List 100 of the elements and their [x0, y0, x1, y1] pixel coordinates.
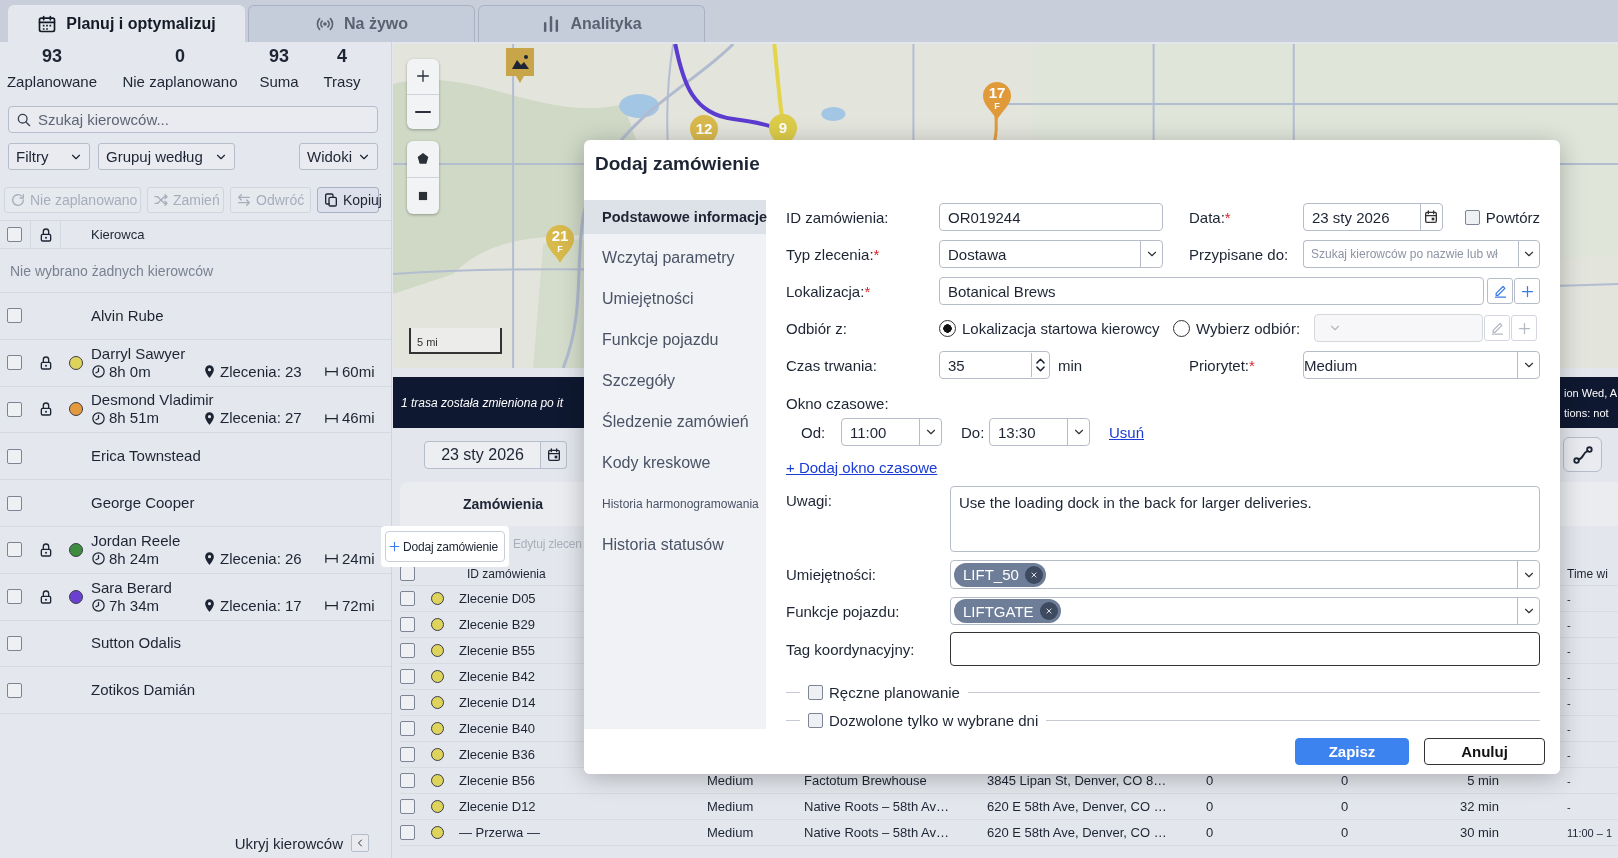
field-label: Funkcje pojazdu:: [786, 602, 901, 620]
table-cell-text: — Przerwa —: [458, 825, 541, 840]
table-cell-text: 0: [1206, 825, 1215, 840]
map-scale: 5 mi: [409, 328, 502, 354]
table-cell-text: -: [1567, 748, 1572, 761]
table-cell-text: Zlecenie B29: [458, 617, 536, 632]
tag-label: LIFT_50: [963, 566, 1019, 583]
table-cell-text: 32 min: [1458, 799, 1500, 814]
hide-drivers-label: Ukryj kierowców: [234, 834, 343, 852]
table-cell-text: -: [1567, 592, 1572, 605]
table-cell-text: Zlecenie B42: [458, 669, 536, 684]
field-label: Data:*: [1189, 208, 1232, 226]
field-label: Czas trwania:: [786, 356, 878, 374]
route-duration: 7h 34m: [109, 596, 160, 615]
table-cell-text: Zlecenie D05: [458, 591, 537, 606]
driver-name: Sara Berard: [91, 578, 173, 597]
stat-value: 0: [175, 46, 185, 66]
table-cell-text: -: [1567, 800, 1572, 813]
table-cell-text: Native Roots – 58th Av…: [804, 825, 950, 840]
table-cell-text: -: [1567, 644, 1572, 657]
field-label: Okno czasowe:: [786, 394, 890, 412]
order-count: Zlecenia: 26: [220, 549, 302, 568]
stat-value: 93: [269, 46, 289, 66]
field-label: Typ zlecenia:*: [786, 245, 881, 263]
driver-name: Desmond Vladimir: [91, 391, 215, 410]
table-cell-text: Medium: [707, 825, 755, 840]
table-cell-text: 5 min: [1466, 773, 1500, 788]
table-cell-text: Native Roots – 58th Av…: [804, 799, 950, 814]
route-distance: 60mi: [342, 362, 375, 381]
route-distance: 24mi: [342, 549, 375, 568]
route-duration: 8h 24m: [109, 549, 160, 568]
tag-label: LIFTGATE: [963, 602, 1034, 620]
checkbox-label: Powtórz: [1485, 208, 1540, 226]
route-duration: 8h 51m: [109, 409, 160, 428]
field-label: Do:: [961, 423, 986, 441]
checkbox-label: Ręczne planowanie: [829, 683, 960, 701]
checkbox-label: Dozwolone tylko w wybrane dni: [829, 711, 1039, 729]
field-label: Lokalizacja:*: [786, 282, 872, 300]
table-cell-text: -: [1567, 722, 1572, 735]
field-label: Priorytet:*: [1189, 356, 1256, 374]
column-header: Kierowca: [91, 227, 145, 242]
route-distance: 72mi: [342, 596, 375, 615]
table-cell-text: Medium: [707, 799, 755, 814]
table-cell-text: -: [1567, 774, 1572, 787]
field-label: Przypisane do:: [1189, 245, 1290, 263]
stat-label: Nie zaplanowano: [122, 73, 238, 91]
table-cell-text: Zlecenie B55: [458, 643, 536, 658]
driver-name: Jordan Reele: [91, 531, 182, 550]
banner-text: ion Wed, A: [1564, 385, 1617, 401]
table-cell-text: Zlecenie D12: [458, 799, 537, 814]
banner-message: 1 trasa została zmieniona po it: [401, 395, 564, 410]
table-cell-text: Zlecenie B56: [458, 773, 536, 788]
field-label: Odbiór z:: [786, 319, 848, 337]
table-cell-text: 0: [1206, 773, 1215, 788]
table-cell-text: Medium: [707, 773, 755, 788]
table-cell-text: 30 min: [1458, 825, 1500, 840]
table-cell-text: -: [1567, 696, 1572, 709]
table-cell-text: 0: [1341, 825, 1350, 840]
table-cell-text: 3845 Lipan St, Denver, CO 8…: [987, 773, 1168, 788]
table-cell-text: 620 E 58th Ave, Denver, CO …: [987, 825, 1168, 840]
field-label: Tag koordynacyjny:: [786, 640, 916, 658]
banner-text: tions: not: [1564, 405, 1610, 421]
order-count: Zlecenia: 27: [220, 409, 302, 428]
driver-name: Erica Townstead: [91, 447, 202, 466]
field-label: Od:: [801, 423, 827, 441]
field-label: Umiejętności:: [786, 566, 878, 583]
table-cell-text: 0: [1206, 799, 1215, 814]
table-cell-text: Factotum Brewhouse: [804, 773, 928, 788]
order-count: Zlecenia: 17: [220, 596, 302, 615]
unit-label: min: [1058, 356, 1083, 374]
empty-message: Nie wybrano żadnych kierowców: [0, 249, 391, 293]
table-cell-text: -: [1567, 618, 1572, 631]
driver-name: Sutton Odalis: [91, 634, 183, 653]
table-cell-text: Zlecenie B36: [458, 747, 536, 762]
driver-name: Darryl Sawyer: [91, 344, 187, 363]
table-cell-text: 11:00 – 1: [1567, 826, 1614, 839]
driver-name: Alvin Rube: [91, 306, 165, 325]
radio-label: Lokalizacja startowa kierowcy: [962, 319, 1160, 337]
radio-label: Wybierz odbiór:: [1196, 319, 1301, 337]
column-header: ID zamówienia: [466, 566, 547, 581]
field-label: Uwagi:: [786, 491, 833, 509]
driver-name: George Cooper: [91, 494, 196, 513]
stat-value: 4: [337, 46, 347, 66]
dialog-title: Dodaj zamówienie: [594, 152, 761, 176]
route-distance: 46mi: [342, 409, 375, 428]
table-cell-text: Zlecenie D14: [458, 695, 537, 710]
field-label: ID zamówienia:: [786, 208, 890, 226]
table-cell-text: 0: [1341, 799, 1350, 814]
column-header: Time wi: [1567, 566, 1609, 581]
table-cell-text: Zlecenie B40: [458, 721, 536, 736]
table-cell-text: 0: [1341, 773, 1350, 788]
order-count: Zlecenia: 23: [220, 362, 302, 381]
stat-label: Zaplanowane: [6, 73, 98, 91]
driver-name: Zotikos Damián: [91, 681, 197, 700]
stat-label: Trasy: [323, 73, 361, 91]
table-cell-text: 620 E 58th Ave, Denver, CO …: [987, 799, 1168, 814]
table-cell-text: -: [1567, 670, 1572, 683]
stat-label: Suma: [259, 73, 299, 91]
route-duration: 8h 0m: [109, 362, 151, 381]
stat-value: 93: [42, 46, 62, 66]
